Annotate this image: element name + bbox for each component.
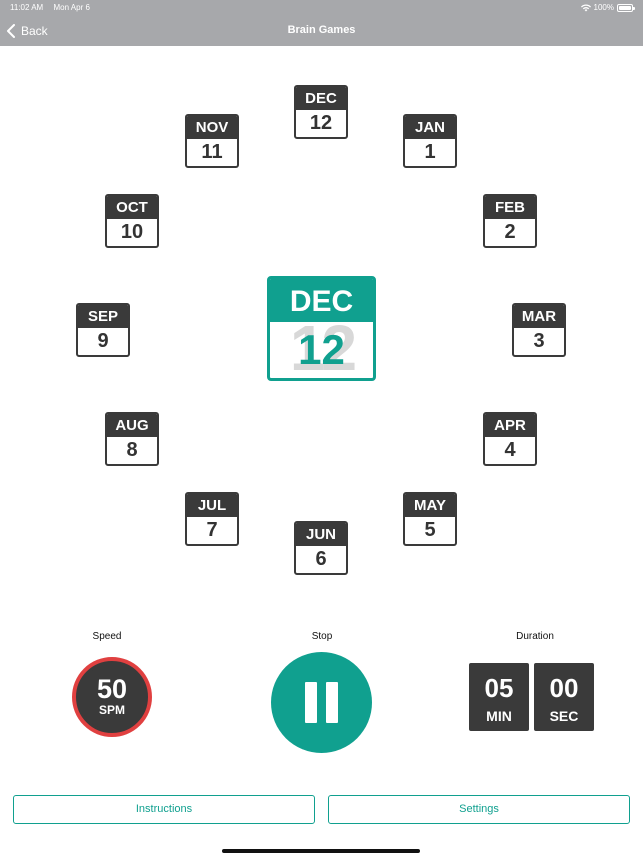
chevron-left-icon: [7, 23, 15, 38]
speed-value: 50: [96, 674, 128, 704]
wifi-icon: [580, 3, 591, 11]
calendar-tile-dec[interactable]: DEC 12: [294, 85, 348, 139]
page-title: Brain Games: [287, 24, 356, 36]
calendar-month: OCT: [107, 196, 157, 219]
calendar-tile-feb[interactable]: FEB 2: [483, 194, 537, 248]
seconds-unit: SEC: [549, 708, 579, 724]
home-indicator: [222, 849, 420, 853]
calendar-day: 8: [126, 439, 138, 461]
speed-dial[interactable]: 50 SPM: [72, 657, 152, 737]
battery-icon: [617, 3, 635, 12]
calendar-month: DEC: [296, 87, 346, 110]
nav-bar: Back Brain Games: [0, 15, 643, 46]
duration-label: Duration: [516, 631, 554, 642]
calendar-tile-jan[interactable]: JAN 1: [403, 114, 457, 168]
calendar-day: 12: [309, 112, 333, 134]
calendar-day: 10: [120, 221, 144, 243]
calendar-day: 7: [206, 519, 218, 541]
calendar-day: 11: [201, 141, 223, 163]
back-label: Back: [21, 23, 48, 38]
battery-percent: 100%: [593, 3, 614, 12]
calendar-day: 4: [504, 439, 516, 461]
calendar-month: NOV: [187, 116, 237, 139]
duration-seconds[interactable]: 00 SEC: [534, 663, 594, 731]
calendar-tile-nov[interactable]: NOV 11: [185, 114, 239, 168]
calendar-tile-jul[interactable]: JUL 7: [185, 492, 239, 546]
calendar-day: 9: [97, 330, 109, 352]
status-date: Mon Apr 6: [53, 3, 90, 12]
current-day: 12: [298, 326, 345, 373]
calendar-tile-sep[interactable]: SEP 9: [76, 303, 130, 357]
calendar-month: FEB: [485, 196, 535, 219]
speed-label: Speed: [92, 631, 122, 642]
status-bar: 11:02 AM Mon Apr 6 100%: [0, 0, 643, 15]
calendar-month: APR: [485, 414, 535, 437]
calendar-tile-may[interactable]: MAY 5: [403, 492, 457, 546]
calendar-month: MAR: [514, 305, 564, 328]
calendar-day: 3: [533, 330, 545, 352]
seconds-value: 00: [549, 673, 579, 703]
calendar-month: JAN: [405, 116, 455, 139]
calendar-month: AUG: [107, 414, 157, 437]
calendar-tile-aug[interactable]: AUG 8: [105, 412, 159, 466]
calendar-day: 1: [424, 141, 436, 163]
calendar-month: SEP: [78, 305, 128, 328]
calendar-month: JUL: [187, 494, 237, 517]
calendar-day: 2: [504, 221, 516, 243]
calendar-month: JUN: [296, 523, 346, 546]
settings-button[interactable]: Settings: [328, 795, 630, 824]
instructions-button[interactable]: Instructions: [13, 795, 315, 824]
calendar-tile-oct[interactable]: OCT 10: [105, 194, 159, 248]
pause-button[interactable]: [271, 652, 372, 753]
stop-label: Stop: [311, 631, 333, 642]
minutes-value: 05: [484, 673, 514, 703]
calendar-day: 5: [424, 519, 436, 541]
minutes-unit: MIN: [486, 708, 512, 724]
pause-icon: [305, 682, 338, 723]
calendar-month: MAY: [405, 494, 455, 517]
back-button[interactable]: Back: [6, 15, 48, 46]
current-date-display: DEC 12 12: [267, 276, 376, 381]
status-time: 11:02 AM: [10, 3, 44, 12]
calendar-day: 6: [315, 548, 327, 570]
speed-unit: SPM: [98, 703, 125, 717]
duration-minutes[interactable]: 05 MIN: [469, 663, 529, 731]
calendar-tile-apr[interactable]: APR 4: [483, 412, 537, 466]
calendar-tile-mar[interactable]: MAR 3: [512, 303, 566, 357]
calendar-tile-jun[interactable]: JUN 6: [294, 521, 348, 575]
